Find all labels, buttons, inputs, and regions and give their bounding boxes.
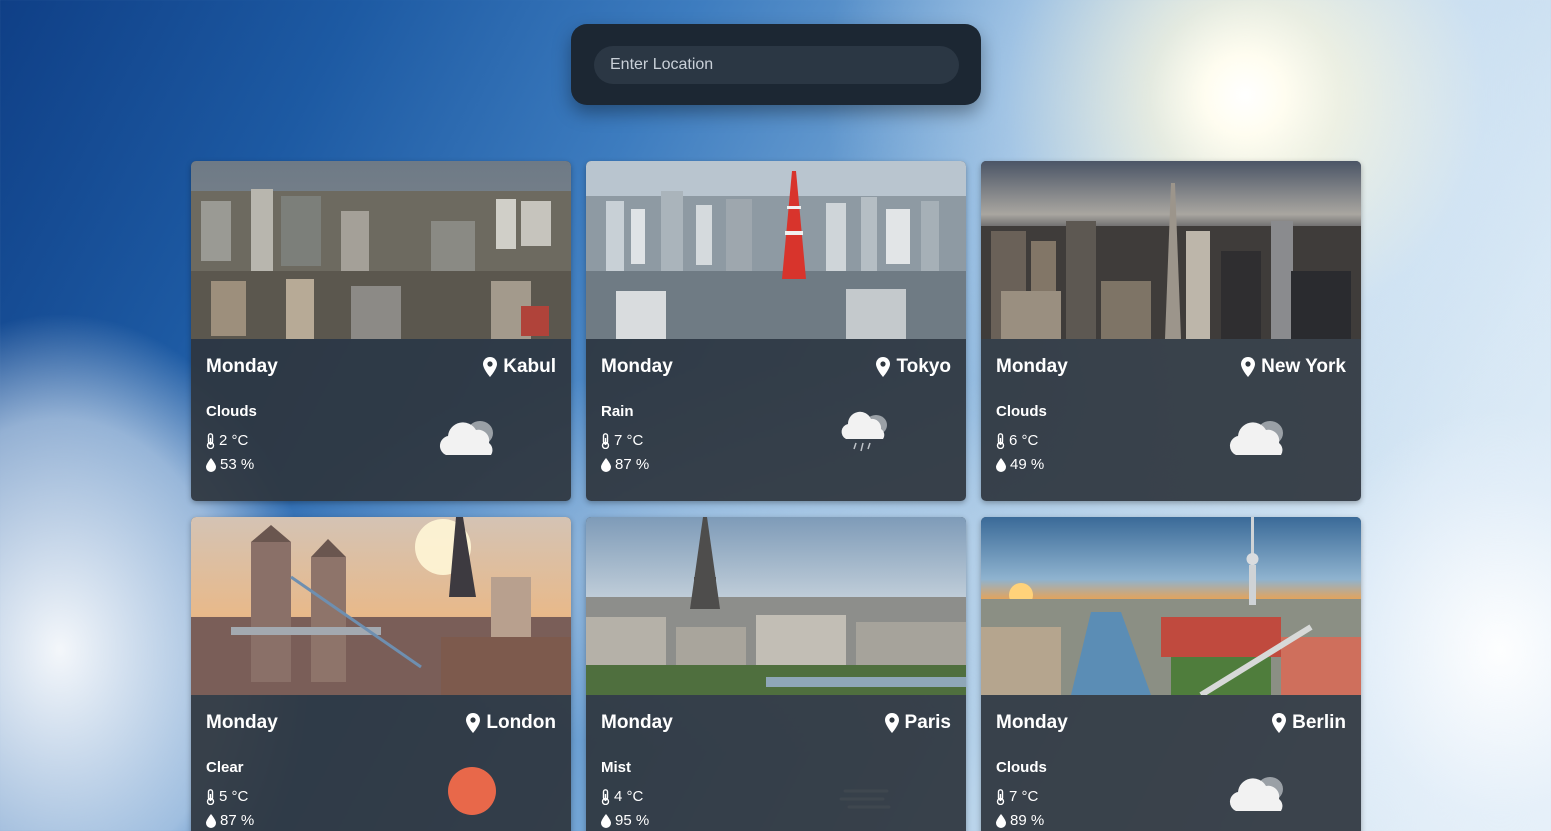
day-label: Monday <box>601 712 673 733</box>
day-label: Monday <box>996 712 1068 733</box>
temperature: 5 °C <box>206 788 248 805</box>
city-photo-london <box>191 517 571 695</box>
city-name: New York <box>1261 356 1346 377</box>
droplet-icon <box>601 457 611 472</box>
city-name: Tokyo <box>896 356 951 377</box>
day-label: Monday <box>206 356 278 377</box>
location: Tokyo <box>876 356 951 378</box>
temperature: 7 °C <box>996 788 1038 805</box>
city-photo-kabul <box>191 161 571 339</box>
city-name: Paris <box>904 712 951 733</box>
droplet-icon <box>601 813 611 828</box>
thermometer-icon <box>206 788 215 805</box>
map-pin-icon <box>483 357 498 377</box>
weather-card-tokyo[interactable]: Monday Tokyo Rain 7 °C 87 % <box>586 161 966 501</box>
search-panel <box>571 24 981 105</box>
weather-card-grid: Monday Kabul Clouds 2 °C 53 % Monday Tok… <box>191 161 1361 831</box>
humidity: 49 % <box>996 456 1044 473</box>
thermometer-icon <box>601 788 610 805</box>
day-label: Monday <box>206 712 278 733</box>
cloud-icon <box>1229 777 1283 811</box>
humidity: 87 % <box>206 812 254 829</box>
condition-label: Clear <box>206 759 244 776</box>
sun-icon <box>448 767 496 815</box>
temperature: 7 °C <box>601 432 643 449</box>
droplet-icon <box>996 813 1006 828</box>
weather-info: Monday Paris Mist 4 °C 95 % <box>586 695 966 831</box>
weather-card-berlin[interactable]: Monday Berlin Clouds 7 °C 89 % <box>981 517 1361 831</box>
temperature: 4 °C <box>601 788 643 805</box>
temperature-value: 2 °C <box>219 432 249 449</box>
weather-info: Monday Berlin Clouds 7 °C 89 % <box>981 695 1361 831</box>
weather-card-new-york[interactable]: Monday New York Clouds 6 °C 49 % <box>981 161 1361 501</box>
map-pin-icon <box>884 713 899 733</box>
weather-info: Monday New York Clouds 6 °C 49 % <box>981 339 1361 501</box>
condition-label: Rain <box>601 403 634 420</box>
mist-icon <box>839 789 891 809</box>
humidity: 53 % <box>206 456 254 473</box>
droplet-icon <box>206 457 216 472</box>
temperature-value: 6 °C <box>1009 432 1039 449</box>
cloud-icon <box>439 421 493 455</box>
city-name: London <box>486 712 556 733</box>
thermometer-icon <box>996 432 1005 449</box>
map-pin-icon <box>466 713 481 733</box>
humidity-value: 53 % <box>220 456 255 473</box>
location: London <box>466 712 556 734</box>
temperature-value: 4 °C <box>614 788 644 805</box>
city-photo-new-york <box>981 161 1361 339</box>
condition-label: Clouds <box>206 403 257 420</box>
humidity-value: 49 % <box>1010 456 1045 473</box>
humidity-value: 87 % <box>615 456 650 473</box>
map-pin-icon <box>1272 713 1287 733</box>
day-label: Monday <box>601 356 673 377</box>
temperature: 6 °C <box>996 432 1038 449</box>
city-photo-paris <box>586 517 966 695</box>
humidity-value: 87 % <box>220 812 255 829</box>
humidity: 87 % <box>601 456 649 473</box>
weather-card-paris[interactable]: Monday Paris Mist 4 °C 95 % <box>586 517 966 831</box>
map-pin-icon <box>1241 357 1256 377</box>
city-photo-berlin <box>981 517 1361 695</box>
humidity-value: 89 % <box>1010 812 1045 829</box>
cloud-icon <box>1229 421 1283 455</box>
weather-info: Monday London Clear 5 °C 87 % <box>191 695 571 831</box>
city-photo-tokyo <box>586 161 966 339</box>
weather-info: Monday Kabul Clouds 2 °C 53 % <box>191 339 571 501</box>
rain-cloud-icon <box>841 411 887 452</box>
weather-card-kabul[interactable]: Monday Kabul Clouds 2 °C 53 % <box>191 161 571 501</box>
droplet-icon <box>206 813 216 828</box>
condition-label: Mist <box>601 759 631 776</box>
humidity: 95 % <box>601 812 649 829</box>
map-pin-icon <box>876 357 891 377</box>
temperature-value: 7 °C <box>614 432 644 449</box>
temperature: 2 °C <box>206 432 248 449</box>
city-name: Kabul <box>503 356 556 377</box>
location: Berlin <box>1272 712 1346 734</box>
condition-label: Clouds <box>996 759 1047 776</box>
thermometer-icon <box>206 432 215 449</box>
temperature-value: 7 °C <box>1009 788 1039 805</box>
city-name: Berlin <box>1292 712 1346 733</box>
temperature-value: 5 °C <box>219 788 249 805</box>
day-label: Monday <box>996 356 1068 377</box>
location: New York <box>1241 356 1346 378</box>
weather-card-london[interactable]: Monday London Clear 5 °C 87 % <box>191 517 571 831</box>
thermometer-icon <box>601 432 610 449</box>
humidity-value: 95 % <box>615 812 650 829</box>
location: Kabul <box>483 356 556 378</box>
condition-label: Clouds <box>996 403 1047 420</box>
droplet-icon <box>996 457 1006 472</box>
thermometer-icon <box>996 788 1005 805</box>
weather-info: Monday Tokyo Rain 7 °C 87 % <box>586 339 966 501</box>
location-search-input[interactable] <box>594 46 959 84</box>
humidity: 89 % <box>996 812 1044 829</box>
location: Paris <box>884 712 951 734</box>
